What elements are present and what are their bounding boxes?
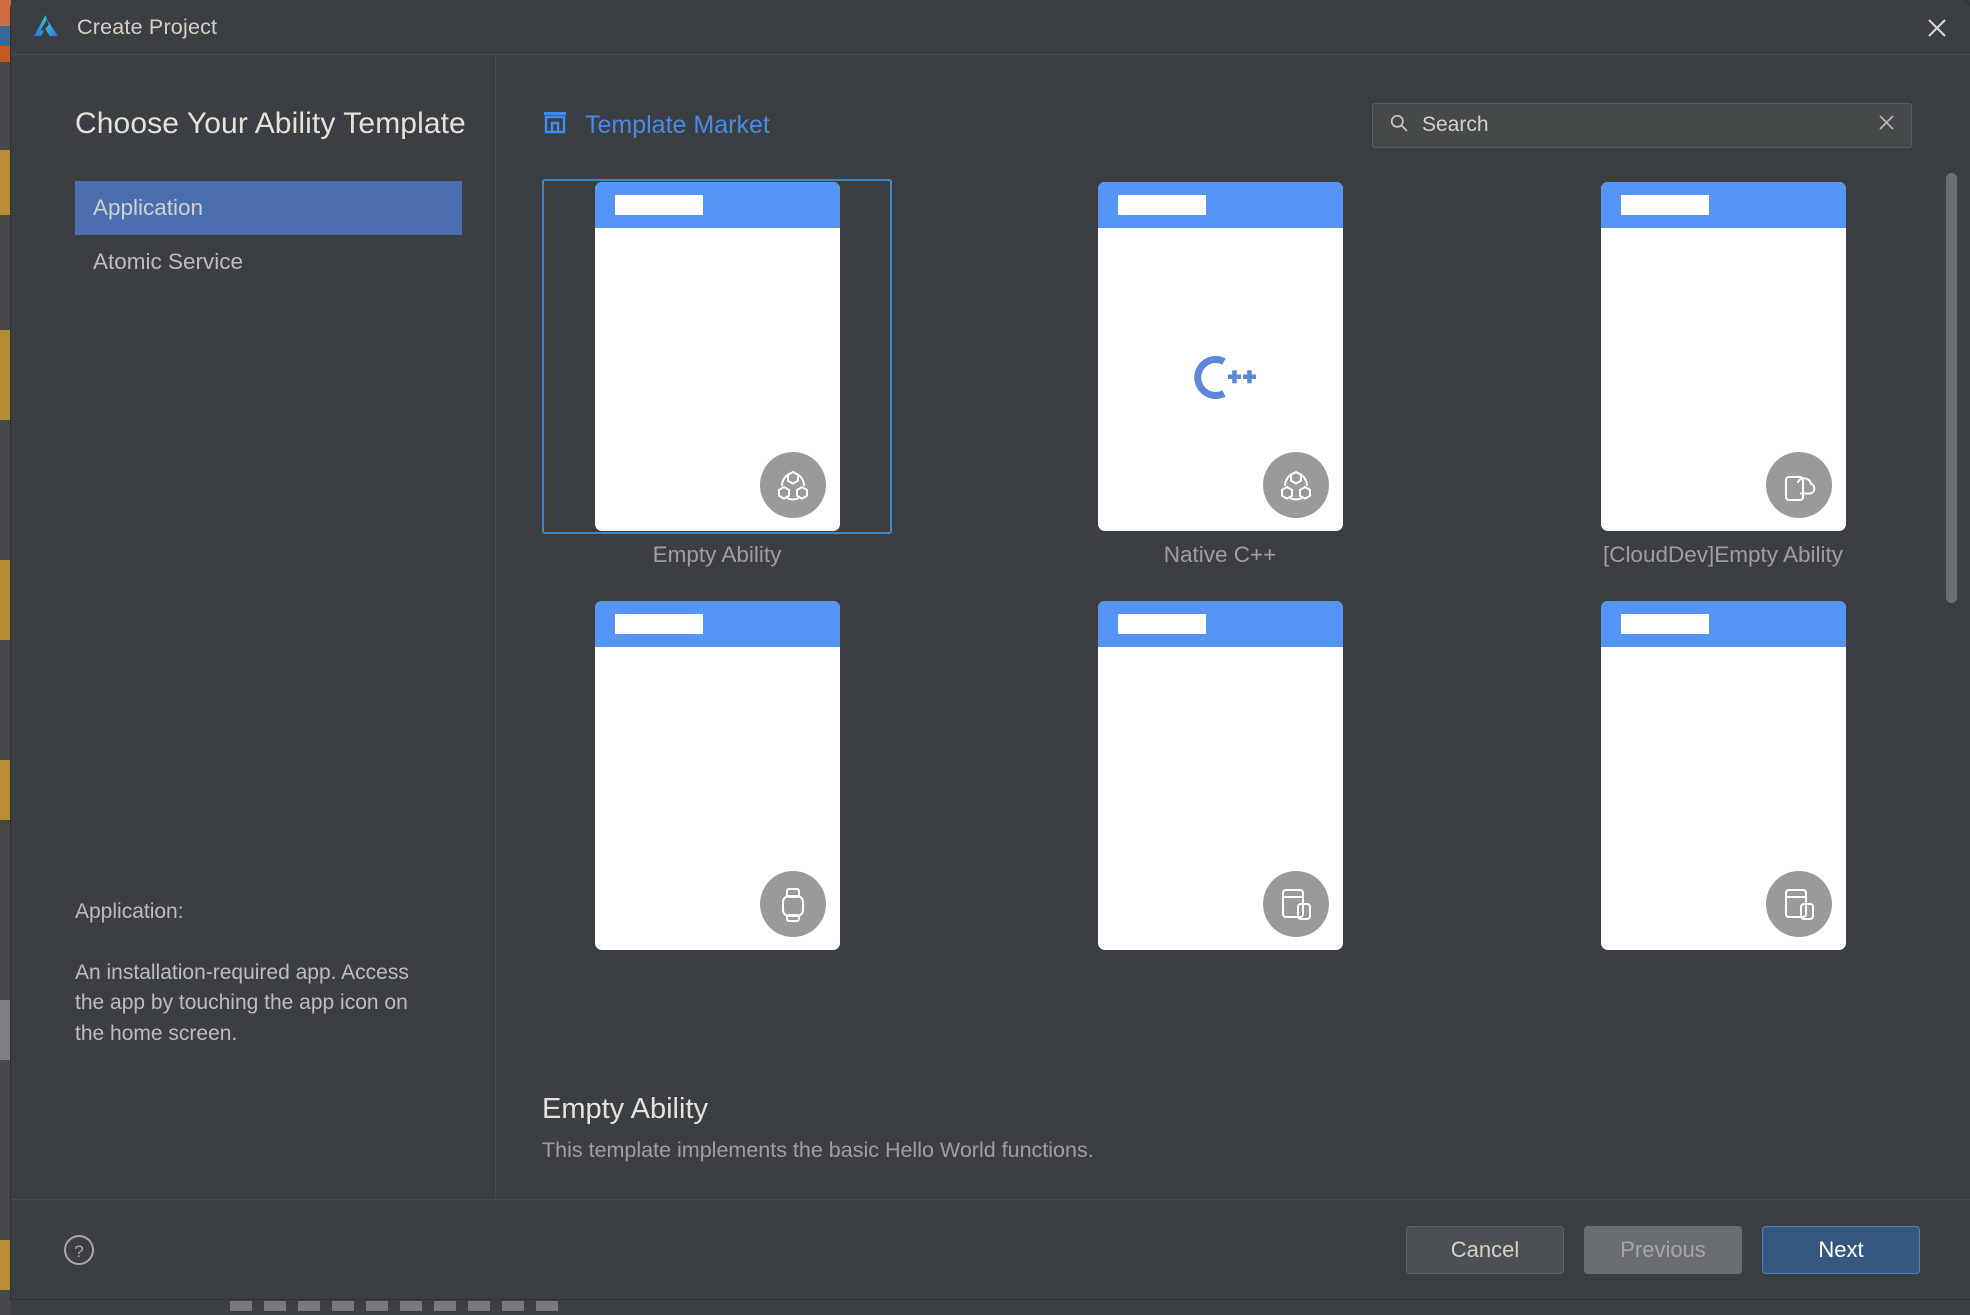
selected-template-text: This template implements the basic Hello… — [542, 1138, 1094, 1162]
ability-molecule-icon — [759, 452, 826, 518]
search-clear-icon[interactable] — [1876, 112, 1897, 138]
phone-mockup — [594, 182, 840, 531]
selected-template-name: Empty Ability — [542, 1093, 708, 1125]
phone-title-pill — [1117, 614, 1206, 634]
page-title: Choose Your Ability Template — [75, 107, 466, 140]
template-market-link[interactable]: Template Market — [542, 109, 770, 142]
phone-cloud-icon — [1765, 452, 1832, 518]
phone-body — [1601, 647, 1846, 950]
right-pane: Template Market Search Empty Ability Nat… — [496, 55, 1970, 1199]
footer-buttons: Cancel Previous Next — [1406, 1225, 1920, 1274]
phone-title-pill — [1117, 195, 1206, 215]
left-pane: Choose Your Ability Template Application… — [11, 55, 496, 1199]
template-thumbnail[interactable] — [542, 179, 892, 534]
phone-body — [1601, 228, 1846, 531]
phone-header — [1097, 601, 1343, 647]
sidebar-item-atomic-service[interactable]: Atomic Service — [75, 235, 462, 289]
next-button[interactable]: Next — [1762, 1225, 1920, 1274]
template-label: Empty Ability — [652, 542, 782, 567]
storefront-icon — [542, 109, 568, 142]
phone-title-pill — [1620, 195, 1709, 215]
ide-status-sliver — [230, 1301, 560, 1311]
phone-body — [1098, 228, 1343, 531]
category-label: Application — [93, 195, 204, 220]
cancel-button[interactable]: Cancel — [1406, 1225, 1564, 1274]
template-card-row2-2[interactable] — [1045, 598, 1395, 961]
phone-title-pill — [1620, 614, 1709, 634]
template-card-native-cpp[interactable]: Native C++ — [1045, 179, 1395, 568]
phone-header — [594, 601, 840, 647]
template-thumbnail[interactable] — [1045, 179, 1395, 534]
ability-molecule-icon — [1262, 452, 1329, 518]
dialog-titlebar: Create Project — [11, 0, 1970, 55]
search-input[interactable] — [1420, 112, 1865, 138]
template-thumbnail[interactable] — [1548, 179, 1898, 534]
template-card-empty-ability[interactable]: Empty Ability — [542, 179, 892, 568]
dialog-footer: ? Cancel Previous Next — [11, 1199, 1970, 1299]
ide-left-gutter — [0, 0, 11, 1315]
template-thumbnail[interactable] — [542, 598, 892, 953]
phone-body — [595, 228, 840, 531]
phone-body — [1098, 647, 1343, 950]
phone-header — [1600, 601, 1846, 647]
phone-mockup — [1097, 601, 1343, 950]
search-box[interactable] — [1372, 102, 1912, 148]
previous-button[interactable]: Previous — [1584, 1225, 1742, 1274]
phone-mockup — [1600, 182, 1846, 531]
category-description-body: An installation-required app. Access the… — [75, 960, 409, 1045]
phone-title-pill — [614, 195, 703, 215]
phone-header — [1600, 182, 1846, 228]
phone-body — [595, 647, 840, 950]
create-project-dialog: Create Project Choose Your Ability Templ… — [11, 0, 1970, 1299]
tablet-icon — [1262, 871, 1329, 937]
watch-icon — [759, 871, 826, 937]
phone-header — [1097, 182, 1343, 228]
phone-title-pill — [614, 614, 703, 634]
phone-mockup — [1600, 601, 1846, 950]
category-description: Application: An installation-required ap… — [11, 897, 495, 1199]
template-market-label: Template Market — [585, 110, 770, 139]
template-label: [CloudDev]Empty Ability — [1602, 542, 1844, 567]
close-icon[interactable] — [1904, 0, 1970, 55]
template-grid-area: Empty Ability Native C++ [CloudDev]Empty… — [496, 151, 1970, 1199]
phone-mockup — [1097, 182, 1343, 531]
dialog-body: Choose Your Ability Template Application… — [11, 55, 1970, 1199]
template-grid: Empty Ability Native C++ [CloudDev]Empty… — [542, 179, 1846, 961]
template-thumbnail[interactable] — [1548, 598, 1898, 953]
category-description-title: Application: — [75, 900, 184, 924]
template-card-row2-1[interactable] — [542, 598, 892, 961]
template-thumbnail[interactable] — [1045, 598, 1395, 953]
deveco-logo-icon — [29, 10, 63, 44]
phone-header — [594, 182, 840, 228]
template-label: Native C++ — [1163, 542, 1277, 567]
phone-mockup — [594, 601, 840, 950]
dialog-title: Create Project — [77, 14, 218, 39]
search-icon — [1389, 113, 1409, 138]
tablet-icon — [1765, 871, 1832, 937]
cpp-logo-icon — [1184, 349, 1256, 410]
template-market-row: Template Market — [496, 99, 1970, 151]
template-card-row2-3[interactable] — [1548, 598, 1898, 961]
category-label: Atomic Service — [93, 249, 244, 274]
selected-template-description: Empty Ability This template implements t… — [496, 1071, 1970, 1199]
scrollbar-thumb[interactable] — [1946, 173, 1957, 603]
template-scrollbar[interactable] — [1946, 173, 1957, 703]
sidebar-item-application[interactable]: Application — [75, 181, 462, 235]
template-card-clouddev-empty-ability[interactable]: [CloudDev]Empty Ability — [1548, 179, 1898, 568]
svg-text:?: ? — [74, 1242, 83, 1261]
category-list: Application Atomic Service — [11, 181, 495, 289]
help-circle-icon[interactable]: ? — [61, 1232, 97, 1268]
